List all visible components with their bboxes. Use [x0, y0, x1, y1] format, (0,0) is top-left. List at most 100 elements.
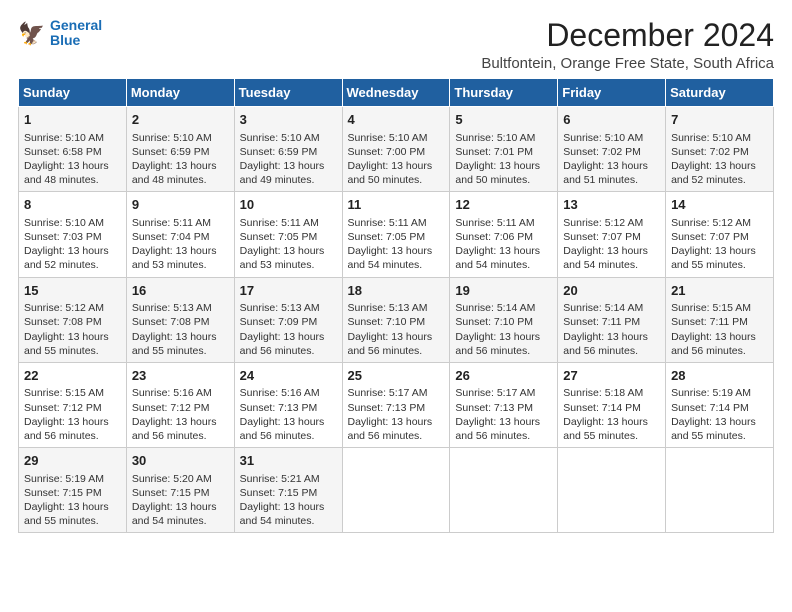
- sunrise-text: Sunrise: 5:10 AM: [671, 131, 768, 145]
- daylight-text: Daylight: 13 hours and 55 minutes.: [563, 415, 660, 443]
- day-number: 31: [240, 452, 337, 470]
- day-number: 16: [132, 282, 229, 300]
- day-number: 20: [563, 282, 660, 300]
- daylight-text: Daylight: 13 hours and 48 minutes.: [132, 159, 229, 187]
- day-number: 3: [240, 111, 337, 129]
- daylight-text: Daylight: 13 hours and 55 minutes.: [671, 244, 768, 272]
- calendar-day-cell: 24Sunrise: 5:16 AMSunset: 7:13 PMDayligh…: [234, 362, 342, 447]
- daylight-text: Daylight: 13 hours and 55 minutes.: [24, 330, 121, 358]
- sunrise-text: Sunrise: 5:11 AM: [455, 216, 552, 230]
- sunrise-text: Sunrise: 5:12 AM: [563, 216, 660, 230]
- day-number: 26: [455, 367, 552, 385]
- sunrise-text: Sunrise: 5:14 AM: [563, 301, 660, 315]
- sunset-text: Sunset: 7:11 PM: [671, 315, 768, 329]
- sunset-text: Sunset: 7:08 PM: [132, 315, 229, 329]
- calendar-week-row: 22Sunrise: 5:15 AMSunset: 7:12 PMDayligh…: [19, 362, 774, 447]
- sunset-text: Sunset: 7:10 PM: [455, 315, 552, 329]
- daylight-text: Daylight: 13 hours and 56 minutes.: [671, 330, 768, 358]
- sunset-text: Sunset: 7:07 PM: [563, 230, 660, 244]
- day-number: 29: [24, 452, 121, 470]
- sunrise-text: Sunrise: 5:10 AM: [348, 131, 445, 145]
- day-number: 28: [671, 367, 768, 385]
- title-area: December 2024 Bultfontein, Orange Free S…: [481, 18, 774, 72]
- daylight-text: Daylight: 13 hours and 56 minutes.: [348, 415, 445, 443]
- daylight-text: Daylight: 13 hours and 52 minutes.: [671, 159, 768, 187]
- sunset-text: Sunset: 7:08 PM: [24, 315, 121, 329]
- day-number: 12: [455, 196, 552, 214]
- sunset-text: Sunset: 7:04 PM: [132, 230, 229, 244]
- sunrise-text: Sunrise: 5:15 AM: [671, 301, 768, 315]
- calendar-day-cell: 14 Sunrise: 5:12 AMSunset: 7:07 PMDayligh…: [666, 192, 774, 277]
- calendar-day-cell: 21Sunrise: 5:15 AMSunset: 7:11 PMDayligh…: [666, 277, 774, 362]
- sunset-text: Sunset: 7:09 PM: [240, 315, 337, 329]
- sunset-text: Sunset: 7:15 PM: [240, 486, 337, 500]
- sunrise-text: Sunrise: 5:16 AM: [240, 386, 337, 400]
- day-number: 6: [563, 111, 660, 129]
- calendar-day-cell: 6Sunrise: 5:10 AMSunset: 7:02 PMDaylight…: [558, 107, 666, 192]
- calendar-day-cell: 7 Sunrise: 5:10 AMSunset: 7:02 PMDaylight…: [666, 107, 774, 192]
- calendar-header-row: SundayMondayTuesdayWednesdayThursdayFrid…: [19, 79, 774, 107]
- sunset-text: Sunset: 7:13 PM: [455, 401, 552, 415]
- day-number: 11: [348, 196, 445, 214]
- header: 🦅 General Blue December 2024 Bultfontein…: [18, 18, 774, 72]
- calendar-day-cell: 15Sunrise: 5:12 AMSunset: 7:08 PMDayligh…: [19, 277, 127, 362]
- calendar-day-cell: [558, 448, 666, 533]
- sunrise-text: Sunrise: 5:16 AM: [132, 386, 229, 400]
- daylight-text: Daylight: 13 hours and 54 minutes.: [348, 244, 445, 272]
- daylight-text: Daylight: 13 hours and 49 minutes.: [240, 159, 337, 187]
- sunrise-text: Sunrise: 5:13 AM: [348, 301, 445, 315]
- logo-blue: Blue: [50, 33, 102, 48]
- day-number: 7: [671, 111, 768, 129]
- sunrise-text: Sunrise: 5:10 AM: [24, 131, 121, 145]
- calendar-day-cell: 1Sunrise: 5:10 AMSunset: 6:58 PMDaylight…: [19, 107, 127, 192]
- day-of-week-header: Thursday: [450, 79, 558, 107]
- sunrise-text: Sunrise: 5:12 AM: [671, 216, 768, 230]
- sunrise-text: Sunrise: 5:21 AM: [240, 472, 337, 486]
- calendar-day-cell: 3Sunrise: 5:10 AMSunset: 6:59 PMDaylight…: [234, 107, 342, 192]
- daylight-text: Daylight: 13 hours and 56 minutes.: [455, 415, 552, 443]
- daylight-text: Daylight: 13 hours and 50 minutes.: [348, 159, 445, 187]
- sunset-text: Sunset: 7:00 PM: [348, 145, 445, 159]
- sunrise-text: Sunrise: 5:11 AM: [240, 216, 337, 230]
- daylight-text: Daylight: 13 hours and 56 minutes.: [563, 330, 660, 358]
- subtitle: Bultfontein, Orange Free State, South Af…: [481, 55, 774, 72]
- day-number: 17: [240, 282, 337, 300]
- sunset-text: Sunset: 7:13 PM: [240, 401, 337, 415]
- day-of-week-header: Wednesday: [342, 79, 450, 107]
- calendar-day-cell: 23Sunrise: 5:16 AMSunset: 7:12 PMDayligh…: [126, 362, 234, 447]
- daylight-text: Daylight: 13 hours and 53 minutes.: [240, 244, 337, 272]
- daylight-text: Daylight: 13 hours and 56 minutes.: [240, 330, 337, 358]
- sunset-text: Sunset: 7:13 PM: [348, 401, 445, 415]
- sunrise-text: Sunrise: 5:10 AM: [132, 131, 229, 145]
- sunset-text: Sunset: 7:02 PM: [671, 145, 768, 159]
- logo-text: General Blue: [50, 18, 102, 49]
- calendar-day-cell: 29Sunrise: 5:19 AMSunset: 7:15 PMDayligh…: [19, 448, 127, 533]
- sunset-text: Sunset: 6:59 PM: [132, 145, 229, 159]
- sunset-text: Sunset: 7:12 PM: [132, 401, 229, 415]
- day-number: 8: [24, 196, 121, 214]
- day-number: 24: [240, 367, 337, 385]
- daylight-text: Daylight: 13 hours and 48 minutes.: [24, 159, 121, 187]
- sunset-text: Sunset: 7:15 PM: [24, 486, 121, 500]
- day-number: 13: [563, 196, 660, 214]
- calendar-day-cell: 19Sunrise: 5:14 AMSunset: 7:10 PMDayligh…: [450, 277, 558, 362]
- sunset-text: Sunset: 7:05 PM: [240, 230, 337, 244]
- daylight-text: Daylight: 13 hours and 53 minutes.: [132, 244, 229, 272]
- sunset-text: Sunset: 6:59 PM: [240, 145, 337, 159]
- calendar-day-cell: 8Sunrise: 5:10 AMSunset: 7:03 PMDaylight…: [19, 192, 127, 277]
- daylight-text: Daylight: 13 hours and 56 minutes.: [455, 330, 552, 358]
- sunrise-text: Sunrise: 5:13 AM: [132, 301, 229, 315]
- logo-general: General: [50, 17, 102, 33]
- calendar-day-cell: 28Sunrise: 5:19 AMSunset: 7:14 PMDayligh…: [666, 362, 774, 447]
- day-number: 21: [671, 282, 768, 300]
- calendar-day-cell: 4Sunrise: 5:10 AMSunset: 7:00 PMDaylight…: [342, 107, 450, 192]
- day-number: 14: [671, 196, 768, 214]
- calendar-day-cell: 18Sunrise: 5:13 AMSunset: 7:10 PMDayligh…: [342, 277, 450, 362]
- day-number: 9: [132, 196, 229, 214]
- calendar-day-cell: 27Sunrise: 5:18 AMSunset: 7:14 PMDayligh…: [558, 362, 666, 447]
- calendar-day-cell: 22Sunrise: 5:15 AMSunset: 7:12 PMDayligh…: [19, 362, 127, 447]
- sunrise-text: Sunrise: 5:15 AM: [24, 386, 121, 400]
- sunset-text: Sunset: 7:07 PM: [671, 230, 768, 244]
- sunset-text: Sunset: 7:05 PM: [348, 230, 445, 244]
- calendar-week-row: 8Sunrise: 5:10 AMSunset: 7:03 PMDaylight…: [19, 192, 774, 277]
